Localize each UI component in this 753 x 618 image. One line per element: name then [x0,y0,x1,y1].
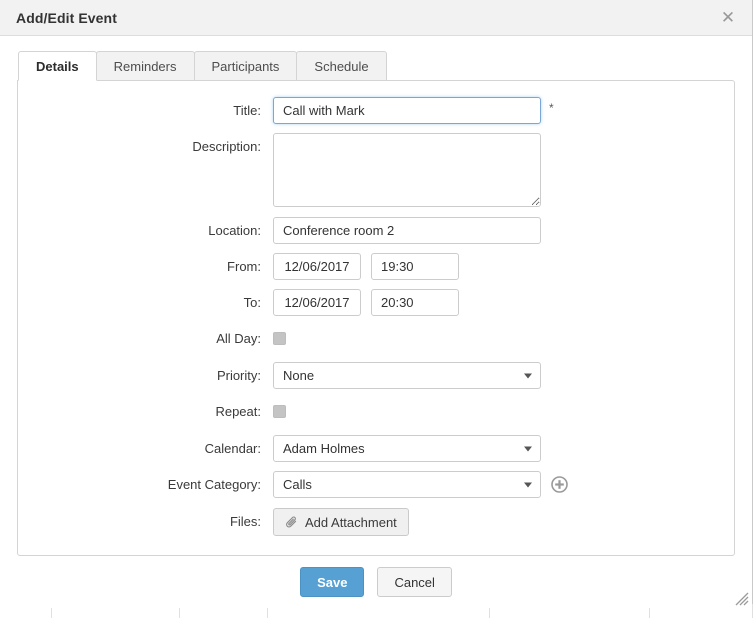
to-date-input[interactable] [273,289,361,316]
calendar-label: Calendar: [204,441,261,456]
all-day-label: All Day: [216,331,261,346]
form-row-location: Location: [18,217,734,244]
add-attachment-button[interactable]: Add Attachment [273,508,409,536]
repeat-checkbox[interactable] [273,405,286,418]
from-date-input[interactable] [273,253,361,280]
tab-reminders[interactable]: Reminders [95,51,195,81]
event-category-select[interactable]: Calls [273,471,541,498]
form-row-from: From: [18,253,734,280]
details-tab-panel: Title: * Description: Location: [17,80,735,556]
event-category-label: Event Category: [167,477,261,492]
tab-participants[interactable]: Participants [193,51,298,81]
priority-select[interactable]: None [273,362,541,389]
priority-label: Priority: [216,368,261,383]
form-row-priority: Priority: None [18,362,734,389]
form-row-event-category: Event Category: Calls [18,471,734,498]
cancel-button[interactable]: Cancel [377,567,452,597]
add-attachment-label: Add Attachment [305,514,397,530]
dialog-body: Details Reminders Participants Schedule … [0,36,752,556]
title-input[interactable] [273,97,541,124]
paperclip-icon [285,515,299,529]
required-marker: * [549,101,554,115]
tab-details[interactable]: Details [18,51,97,81]
form-row-title: Title: * [18,97,734,124]
location-input[interactable] [273,217,541,244]
description-textarea[interactable] [273,133,541,207]
from-time-input[interactable] [371,253,459,280]
close-icon[interactable]: ✕ [718,8,738,28]
title-label: Title: [233,103,261,118]
form-row-repeat: Repeat: [18,398,734,425]
location-label: Location: [208,223,261,238]
files-label: Files: [229,514,261,529]
page-title: Add/Edit Event [16,9,117,26]
dialog-header: Add/Edit Event ✕ [0,0,752,36]
calendar-select[interactable]: Adam Holmes [273,435,541,462]
form-row-to: To: [18,289,734,316]
tab-bar: Details Reminders Participants Schedule [17,50,735,81]
add-circle-icon[interactable] [551,476,568,493]
form-row-calendar: Calendar: Adam Holmes [18,435,734,462]
to-label: To: [243,295,261,310]
form-row-files: Files: Add Attachment [18,508,734,536]
add-edit-event-dialog: Add/Edit Event ✕ Details Reminders Parti… [0,0,753,608]
repeat-label: Repeat: [215,404,261,419]
save-button[interactable]: Save [300,567,365,597]
tab-schedule[interactable]: Schedule [296,51,387,81]
description-label: Description: [192,139,261,154]
resize-grip[interactable] [734,591,749,606]
form-row-description: Description: [18,133,734,207]
to-time-input[interactable] [371,289,459,316]
all-day-checkbox[interactable] [273,332,286,345]
form-row-all-day: All Day: [18,325,734,352]
from-label: From: [227,259,261,274]
dialog-footer: Save Cancel [0,556,752,608]
